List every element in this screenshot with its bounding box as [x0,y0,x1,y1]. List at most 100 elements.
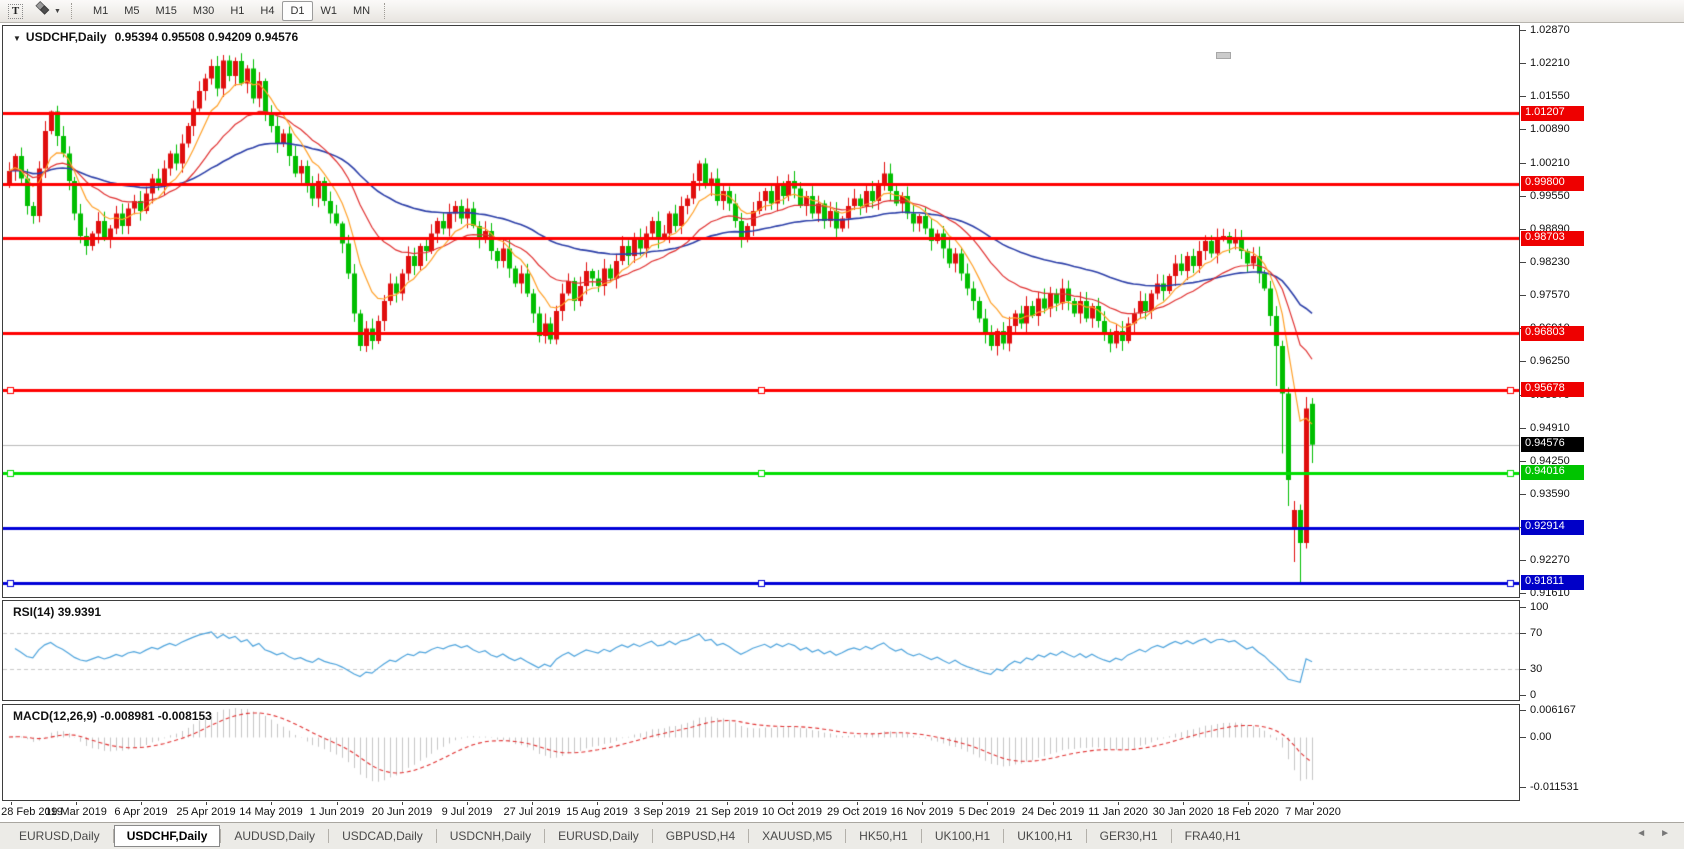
date-label: 5 Dec 2019 [959,806,1015,818]
tf-button-W1[interactable]: W1 [313,1,346,21]
chart-tab-XAUUSD-M5[interactable]: XAUUSD,M5 [749,826,845,846]
price-axis-tick [1520,196,1526,197]
rsi-axis-tick [1520,669,1526,670]
toolbar: T ▼ M1M5M15M30H1H4D1W1MN [0,0,1684,23]
chart-tab-HK50-H1[interactable]: HK50,H1 [846,826,921,846]
toolbar-separator [71,3,79,19]
chart-tab-GER30-H1[interactable]: GER30,H1 [1087,826,1171,846]
date-label: 30 Jan 2020 [1153,806,1214,818]
date-axis-tick [1248,802,1249,805]
chart-tab-GBPUSD-H4[interactable]: GBPUSD,H4 [653,826,748,846]
date-label: 27 Jul 2019 [504,806,561,818]
price-tick-label: 1.00890 [1530,123,1570,135]
price-chart-panel[interactable]: ▼ USDCHF,Daily 0.95394 0.95508 0.94209 0.9… [2,25,1520,598]
chart-tab-EURUSD-Daily[interactable]: EURUSD,Daily [545,826,652,846]
date-axis-tick [857,802,858,805]
text-label-tool-button[interactable]: T [4,1,27,21]
price-axis[interactable]: 1.028701.022101.015501.008901.002100.995… [1520,25,1684,801]
rsi-axis-tick [1520,633,1526,634]
macd-axis-tick [1520,710,1526,711]
rsi-canvas[interactable] [3,601,1519,700]
tab-scroll-right-icon[interactable]: ► [1660,828,1670,839]
diamonds-objects-icon [33,1,52,21]
tf-button-D1[interactable]: D1 [282,1,312,21]
price-badge: 1.01207 [1521,106,1584,121]
tab-scroll-arrows: ◄ ► [1636,828,1670,839]
date-axis-tick [1313,802,1314,805]
price-axis-tick [1520,96,1526,97]
price-badge: 0.94016 [1521,465,1584,480]
chart-symbol-label: USDCHF,Daily [26,30,107,44]
chart-tab-bar: EURUSD,DailyUSDCHF,DailyAUDUSD,DailyUSDC… [0,822,1684,849]
chart-tab-AUDUSD-Daily[interactable]: AUDUSD,Daily [221,826,328,846]
tf-button-MN[interactable]: MN [345,1,378,21]
rsi-label: RSI(14) 39.9391 [13,605,101,619]
price-tick-label: 0.96250 [1530,355,1570,367]
chart-tab-FRA40-H1[interactable]: FRA40,H1 [1172,826,1254,846]
tf-button-M5[interactable]: M5 [116,1,147,21]
price-badge: 0.91811 [1521,575,1584,590]
date-label: 18 Feb 2020 [1217,806,1279,818]
chart-tab-USDCNH-Daily[interactable]: USDCNH,Daily [437,826,544,846]
price-chart-canvas[interactable] [3,26,1519,597]
date-axis-tick [1183,802,1184,805]
tf-button-M15[interactable]: M15 [148,1,185,21]
rsi-tick-label: 100 [1530,601,1548,613]
macd-label: MACD(12,26,9) -0.008981 -0.008153 [13,709,212,723]
date-axis-tick [337,802,338,805]
price-axis-tick [1520,428,1526,429]
chart-tab-USDCHF-Daily[interactable]: USDCHF,Daily [114,825,221,847]
price-tick-label: 1.00210 [1530,157,1570,169]
price-axis-tick [1520,593,1526,594]
date-label: 14 May 2019 [239,806,303,818]
date-axis-tick [11,802,12,805]
date-axis-tick [467,802,468,805]
chart-tab-UK100-H1[interactable]: UK100,H1 [922,826,1003,846]
price-axis-tick [1520,494,1526,495]
date-label: 7 Mar 2020 [1285,806,1341,818]
tf-button-M30[interactable]: M30 [185,1,222,21]
price-badge: 0.98703 [1521,231,1584,246]
macd-tick-label: 0.00 [1530,731,1551,743]
price-tick-label: 1.02870 [1530,24,1570,36]
date-axis-tick [141,802,142,805]
rsi-value: 39.9391 [58,605,101,619]
chart-tab-UK100-H1[interactable]: UK100,H1 [1004,826,1085,846]
rsi-indicator-panel[interactable]: RSI(14) 39.9391 [2,600,1520,701]
chevron-down-icon: ▼ [54,8,61,15]
macd-tick-label: 0.006167 [1530,704,1576,716]
date-axis-tick [1118,802,1119,805]
date-label: 29 Oct 2019 [827,806,887,818]
chart-title: ▼ USDCHF,Daily 0.95394 0.95508 0.94209 0.9… [13,30,298,44]
price-axis-tick [1520,63,1526,64]
date-label: 19 Mar 2019 [45,806,107,818]
price-axis-tick [1520,229,1526,230]
macd-axis-tick [1520,737,1526,738]
date-axis[interactable]: 28 Feb 201919 Mar 20196 Apr 201925 Apr 2… [2,802,1520,822]
tf-button-H1[interactable]: H1 [222,1,252,21]
price-axis-tick [1520,262,1526,263]
date-axis-tick [271,802,272,805]
date-axis-tick [532,802,533,805]
tf-button-H4[interactable]: H4 [252,1,282,21]
date-label: 21 Sep 2019 [696,806,758,818]
chart-tab-USDCAD-Daily[interactable]: USDCAD,Daily [329,826,436,846]
tf-button-M1[interactable]: M1 [85,1,116,21]
price-axis-tick [1520,295,1526,296]
chart-ohlc-values: 0.95394 0.95508 0.94209 0.94576 [115,30,299,44]
chart-tab-EURUSD-Daily[interactable]: EURUSD,Daily [6,826,113,846]
tab-scroll-left-icon[interactable]: ◄ [1636,828,1646,839]
macd-indicator-panel[interactable]: MACD(12,26,9) -0.008981 -0.008153 [2,704,1520,801]
macd-canvas[interactable] [3,705,1519,800]
drawing-objects-button[interactable]: ▼ [29,1,65,21]
chart-dropdown-caret-icon[interactable]: ▼ [13,34,21,43]
price-tick-label: 0.99550 [1530,190,1570,202]
toolbar-separator [384,3,392,19]
price-tick-label: 1.02210 [1530,57,1570,69]
date-label: 20 Jun 2019 [372,806,433,818]
rsi-axis-tick [1520,607,1526,608]
price-tick-label: 0.93590 [1530,488,1570,500]
price-tick-label: 0.98230 [1530,256,1570,268]
chart-scrollbar-thumb[interactable] [1216,52,1231,59]
price-badge: 0.94576 [1521,437,1584,452]
